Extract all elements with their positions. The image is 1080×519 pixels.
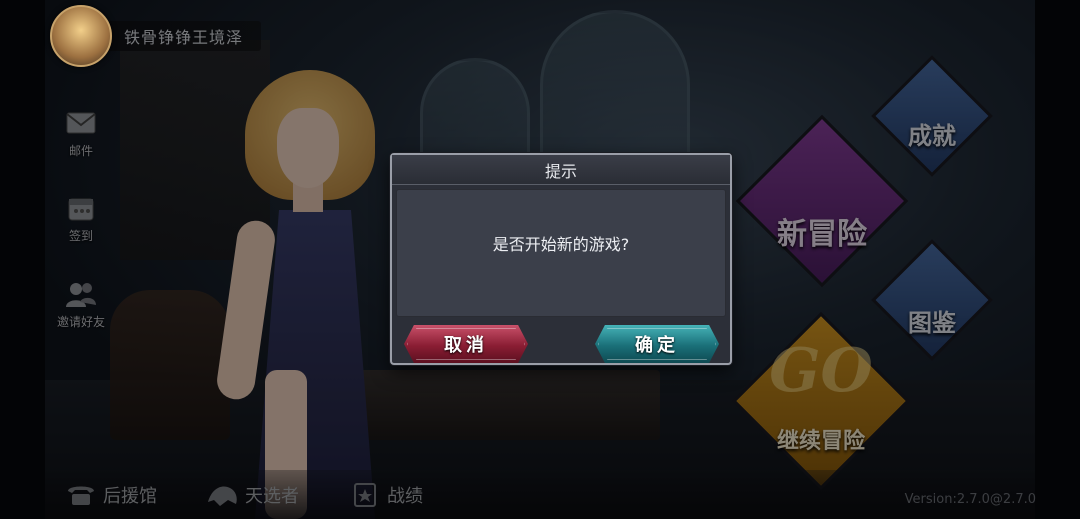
cancel-button[interactable]: 取消 xyxy=(404,325,528,363)
confirm-button[interactable]: 确定 xyxy=(595,325,719,363)
cancel-label: 取消 xyxy=(444,335,488,356)
confirm-label: 确定 xyxy=(635,335,679,356)
dialog-title: 提示 xyxy=(544,161,577,181)
dialog-message: 是否开始新的游戏? xyxy=(492,235,630,254)
dialog-body: 是否开始新的游戏? xyxy=(396,189,726,317)
confirm-dialog: 提示 是否开始新的游戏? 取消 确定 xyxy=(390,153,732,365)
dialog-title-bar: 提示 xyxy=(392,155,730,185)
avatar[interactable] xyxy=(50,5,112,67)
